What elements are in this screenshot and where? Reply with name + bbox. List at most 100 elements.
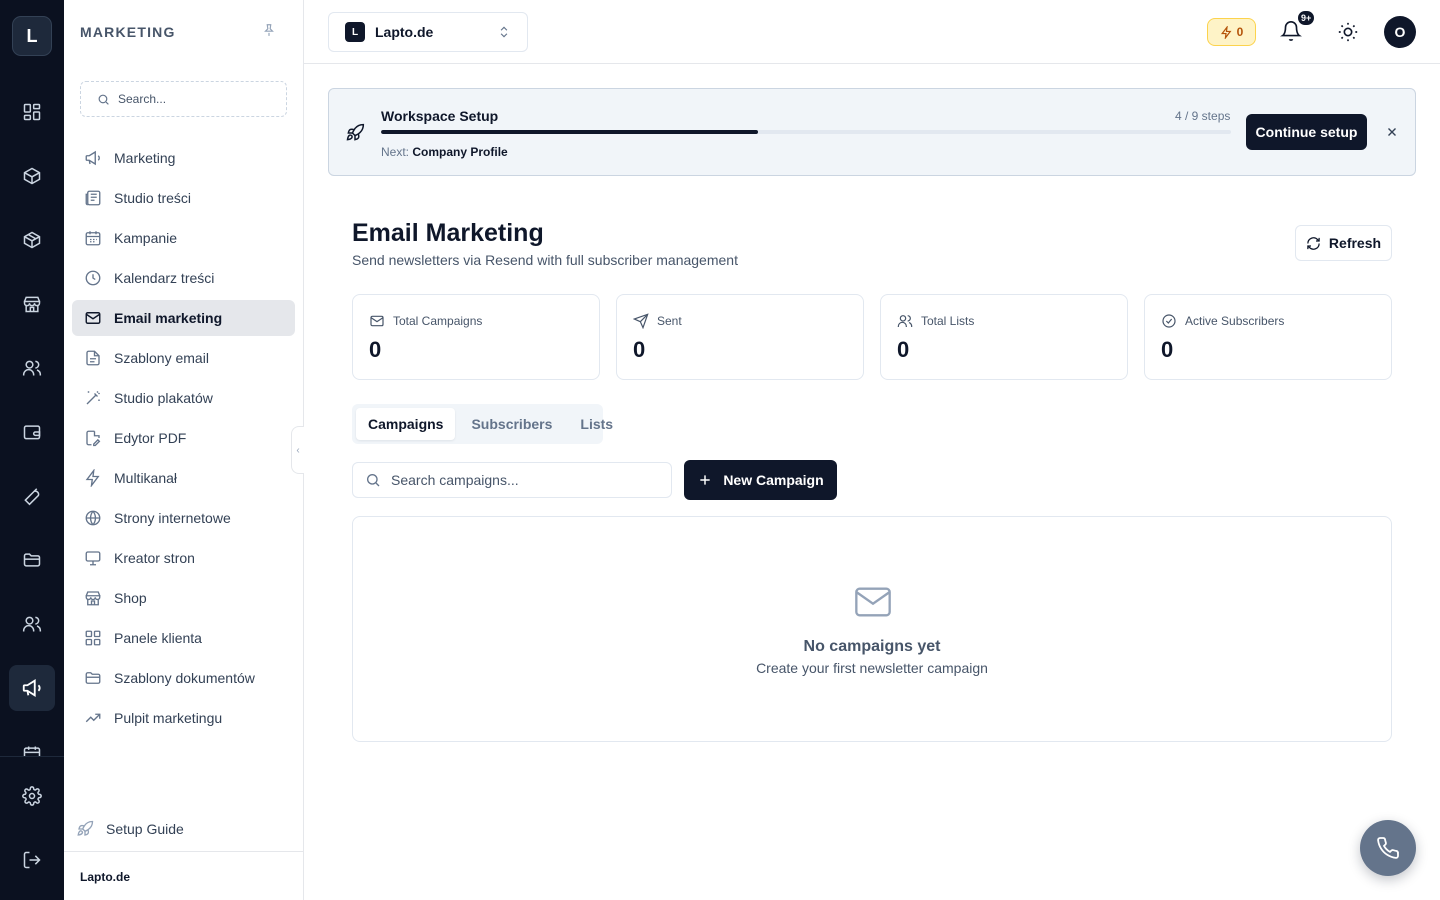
empty-title: No campaigns yet (803, 638, 941, 655)
sidebar-collapse-handle[interactable]: ‹ (291, 426, 304, 474)
wallet-icon[interactable] (12, 412, 52, 452)
sidebar-item-label: Email marketing (114, 310, 223, 326)
clock-icon (85, 270, 101, 286)
page-title: Email Marketing (352, 219, 544, 247)
globe-icon (85, 510, 101, 526)
setup-guide-label: Setup Guide (106, 821, 184, 837)
sidebar-search[interactable] (80, 81, 287, 117)
megaphone-icon[interactable] (9, 665, 55, 711)
workspace-badge: L (345, 22, 365, 42)
tab-list: Campaigns Subscribers Lists (352, 404, 613, 444)
sidebar-footer-workspace: Lapto.de (64, 851, 303, 900)
logout-icon[interactable] (12, 840, 52, 880)
campaign-search-input[interactable] (391, 472, 651, 488)
sidebar-item-label: Strony internetowe (114, 510, 231, 526)
sidebar-item-strony-internetowe[interactable]: Strony internetowe (72, 500, 295, 536)
tab-campaigns[interactable]: Campaigns (356, 408, 456, 440)
package-icon[interactable] (12, 156, 52, 196)
banner-steps: 4 / 9 steps (1175, 109, 1231, 123)
sidebar-item-email-marketing[interactable]: Email marketing (72, 300, 295, 336)
sidebar-item-label: Pulpit marketingu (114, 710, 223, 726)
banner-title: Workspace Setup (381, 108, 499, 124)
tab-lists[interactable]: Lists (568, 408, 625, 440)
refresh-icon (1307, 236, 1320, 250)
search-icon (98, 94, 109, 105)
sidebar-item-kampanie[interactable]: Kampanie (72, 220, 295, 256)
tab-subscribers[interactable]: Subscribers (459, 408, 564, 440)
rocket-icon (77, 820, 94, 836)
refresh-button[interactable]: Refresh (1295, 225, 1392, 261)
rail-divider (0, 756, 64, 757)
sidebar-item-label: Szablony email (114, 350, 209, 366)
stat-label-text: Total Lists (921, 314, 975, 328)
stat-value: 0 (1161, 337, 1174, 362)
stat-label-text: Sent (657, 314, 682, 328)
box-icon[interactable] (12, 220, 52, 260)
workspace-selector[interactable]: L Lapto.de (328, 12, 528, 52)
sidebar-item-label: Shop (114, 590, 147, 606)
continue-setup-button[interactable]: Continue setup (1246, 114, 1367, 150)
pin-icon[interactable] (262, 23, 276, 37)
sidebar-item-kreator-stron[interactable]: Kreator stron (72, 540, 295, 576)
stat-value: 0 (897, 337, 910, 362)
rocket-icon (345, 123, 365, 143)
file-edit-icon (86, 430, 101, 447)
stat-card-total-lists: Total Lists 0 (880, 294, 1128, 380)
setup-guide-link[interactable]: Setup Guide (76, 820, 184, 838)
stat-card-total-campaigns: Total Campaigns 0 (352, 294, 600, 380)
stat-label: Active Subscribers (1161, 313, 1284, 329)
credits-badge[interactable]: 0 (1207, 18, 1256, 46)
zap-icon (1220, 25, 1232, 39)
sidebar-item-shop[interactable]: Shop (72, 580, 295, 616)
sidebar-item-pulpit-marketingu[interactable]: Pulpit marketingu (72, 700, 295, 736)
campaigns-empty-state: No campaigns yet Create your first newsl… (352, 516, 1392, 742)
zap-icon (85, 469, 100, 487)
banner-next-step: Next: Company Profile (381, 145, 508, 159)
setup-progress-fill (381, 130, 759, 134)
sidebar-item-marketing[interactable]: Marketing (72, 140, 295, 176)
sidebar-search-input[interactable] (118, 92, 278, 106)
search-icon (367, 474, 380, 487)
call-button[interactable] (1360, 820, 1416, 876)
next-prefix: Next: (381, 145, 410, 159)
stat-card-sent: Sent 0 (616, 294, 864, 380)
campaign-search[interactable] (352, 462, 672, 498)
users-icon[interactable] (12, 348, 52, 388)
sidebar-section-title: MARKETING (80, 24, 176, 40)
calendar-icon[interactable] (12, 736, 52, 756)
new-campaign-button[interactable]: New Campaign (684, 460, 837, 500)
trending-up-icon (85, 713, 101, 723)
team-icon[interactable] (12, 604, 52, 644)
dashboard-icon[interactable] (12, 92, 52, 132)
sidebar-item-kalendarz-tresci[interactable]: Kalendarz treści (72, 260, 295, 296)
sidebar-item-studio-tresci[interactable]: Studio treści (72, 180, 295, 216)
store-icon (85, 591, 101, 606)
sidebar-item-szablony-email[interactable]: Szablony email (72, 340, 295, 376)
credits-count: 0 (1236, 25, 1244, 39)
sidebar-item-label: Studio treści (114, 190, 192, 206)
setup-progress-bar (381, 130, 1231, 134)
sidebar-item-szablony-dokumentow[interactable]: Szablony dokumentów (72, 660, 295, 696)
sidebar-item-multikanal[interactable]: Multikanał (72, 460, 295, 496)
sidebar-item-panele-klienta[interactable]: Panele klienta (72, 620, 295, 656)
close-icon[interactable] (1385, 125, 1399, 139)
app-logo[interactable]: L (12, 16, 52, 56)
sidebar-item-edytor-pdf[interactable]: Edytor PDF (72, 420, 295, 456)
sidebar-item-label: Kreator stron (114, 550, 195, 566)
phone-icon (1377, 837, 1399, 859)
avatar[interactable]: O (1384, 16, 1416, 48)
sun-icon[interactable] (1337, 21, 1359, 43)
sidebar-item-label: Szablony dokumentów (114, 670, 255, 686)
wrench-icon[interactable] (12, 476, 52, 516)
sidebar-item-label: Marketing (114, 150, 176, 166)
workspace-name: Lapto.de (375, 24, 434, 40)
folder-icon[interactable] (12, 540, 52, 580)
sidebar-item-studio-plakatow[interactable]: Studio plakatów (72, 380, 295, 416)
stat-value: 0 (369, 337, 382, 362)
plus-icon (700, 475, 710, 485)
icon-rail: L (0, 0, 64, 900)
monitor-icon (85, 551, 101, 566)
store-icon[interactable] (12, 284, 52, 324)
gear-icon[interactable] (12, 776, 52, 816)
mail-icon (85, 312, 101, 324)
